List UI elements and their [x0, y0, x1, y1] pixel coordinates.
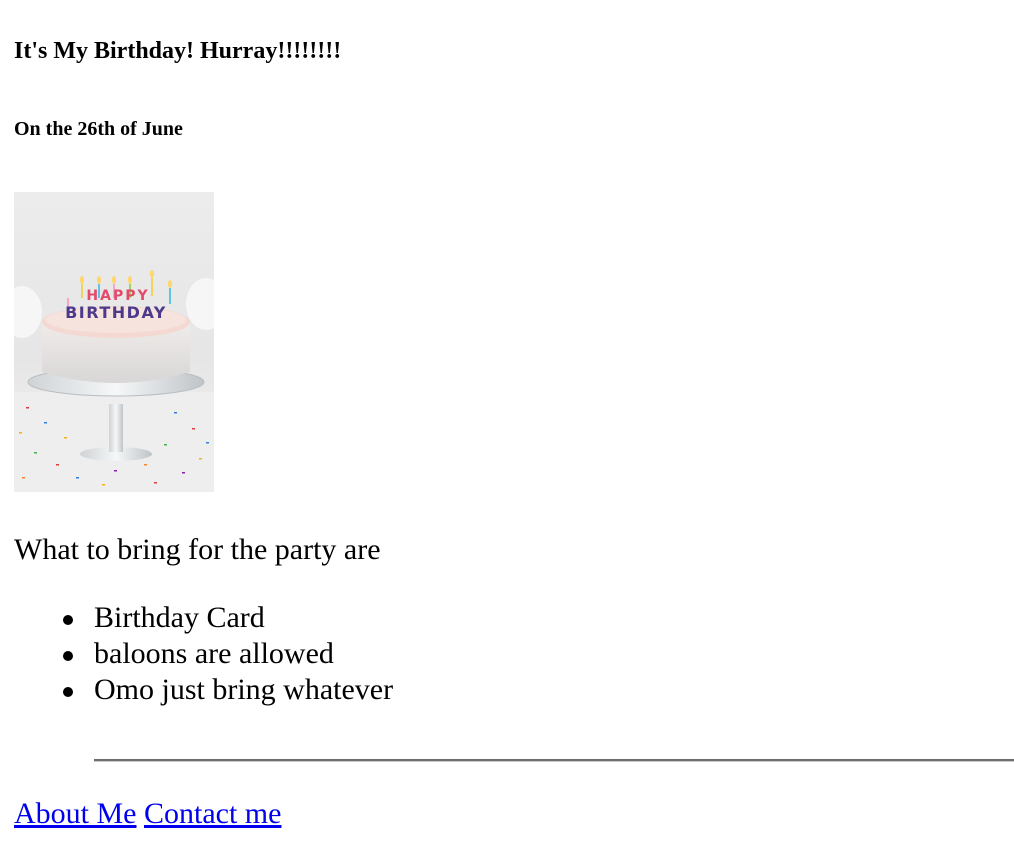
- about-me-link[interactable]: About Me: [14, 797, 137, 830]
- candle-text-birthday: BIRTHDAY: [65, 303, 167, 322]
- bullet-icon: [63, 651, 73, 661]
- bullet-icon: [63, 615, 73, 625]
- candle-text-happy: HAPPY: [86, 288, 149, 304]
- page: It's My Birthday! Hurray!!!!!!!! On the …: [14, 0, 1014, 868]
- contact-me-link[interactable]: Contact me: [144, 797, 281, 830]
- list-item: Omo just bring whatever: [14, 672, 393, 708]
- bullet-icon: [63, 687, 73, 697]
- footer-links: About Me Contact me: [14, 795, 281, 833]
- bring-list: Birthday Card baloons are allowed Omo ju…: [14, 600, 393, 708]
- list-item-label: Omo just bring whatever: [94, 673, 394, 706]
- list-item: Birthday Card: [14, 600, 393, 636]
- list-item-label: baloons are allowed: [94, 637, 334, 670]
- horizontal-divider: [94, 759, 1014, 762]
- birthday-cake-image: HAPPY BIRTHDAY: [14, 192, 214, 492]
- page-subtitle: On the 26th of June: [14, 118, 183, 140]
- list-item: baloons are allowed: [14, 636, 393, 672]
- page-title: It's My Birthday! Hurray!!!!!!!!: [14, 38, 342, 64]
- bring-list-intro: What to bring for the party are: [14, 533, 381, 566]
- list-item-label: Birthday Card: [94, 601, 265, 634]
